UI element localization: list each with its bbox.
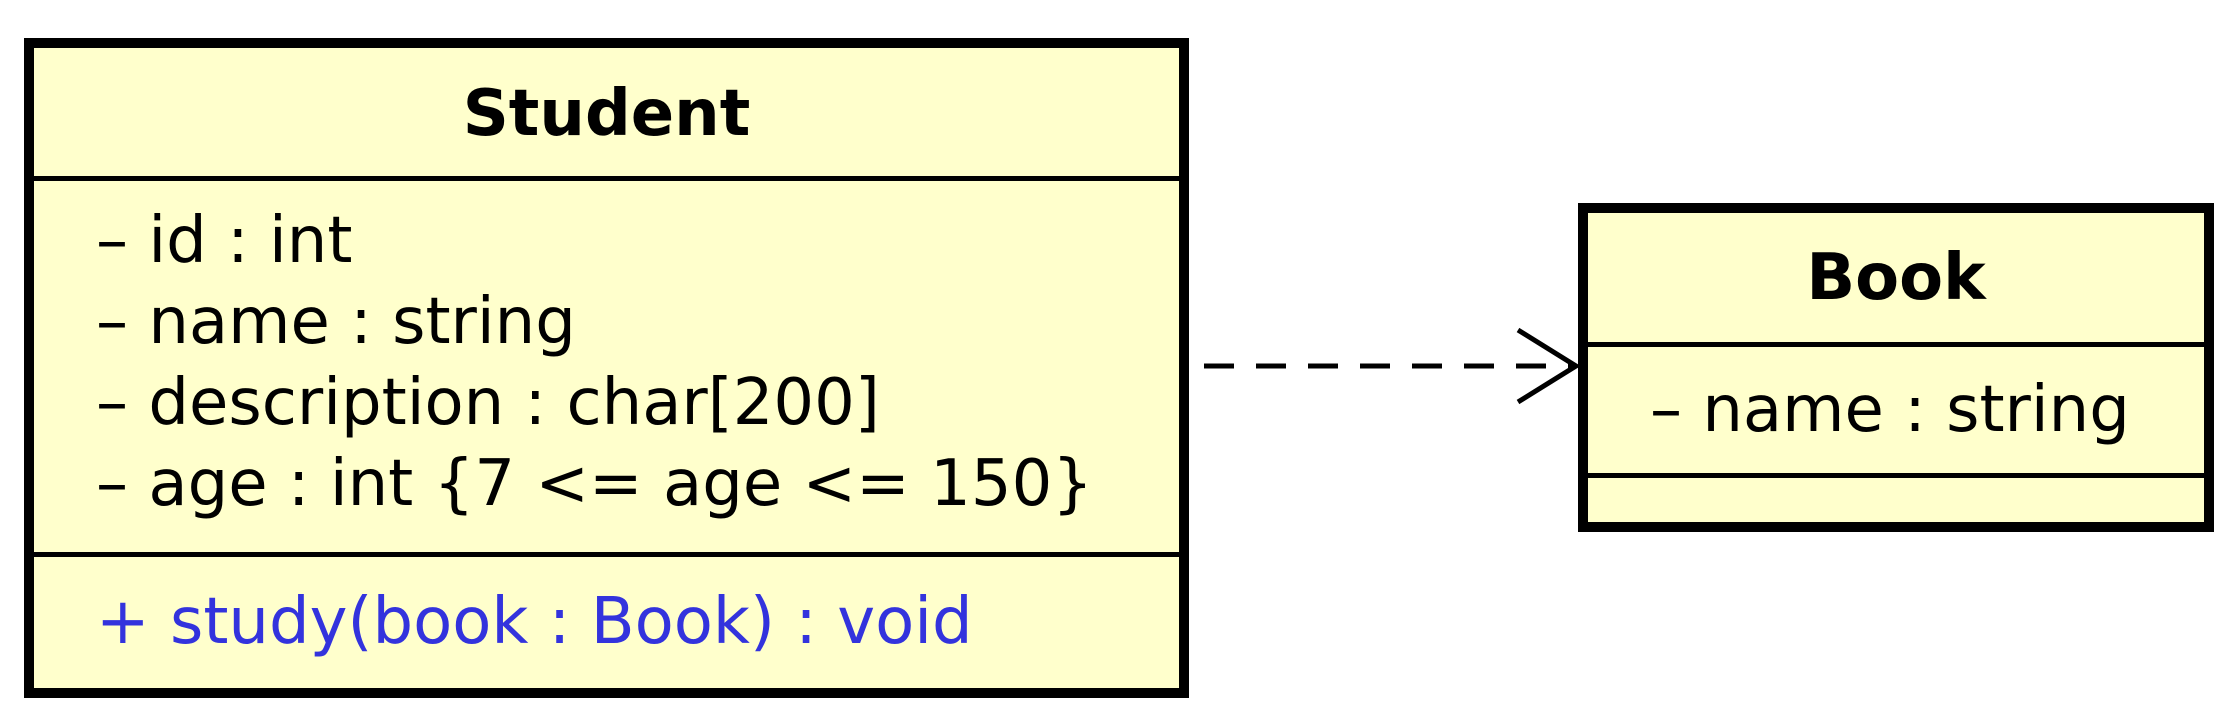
dependency-arrow [1204,327,1581,405]
